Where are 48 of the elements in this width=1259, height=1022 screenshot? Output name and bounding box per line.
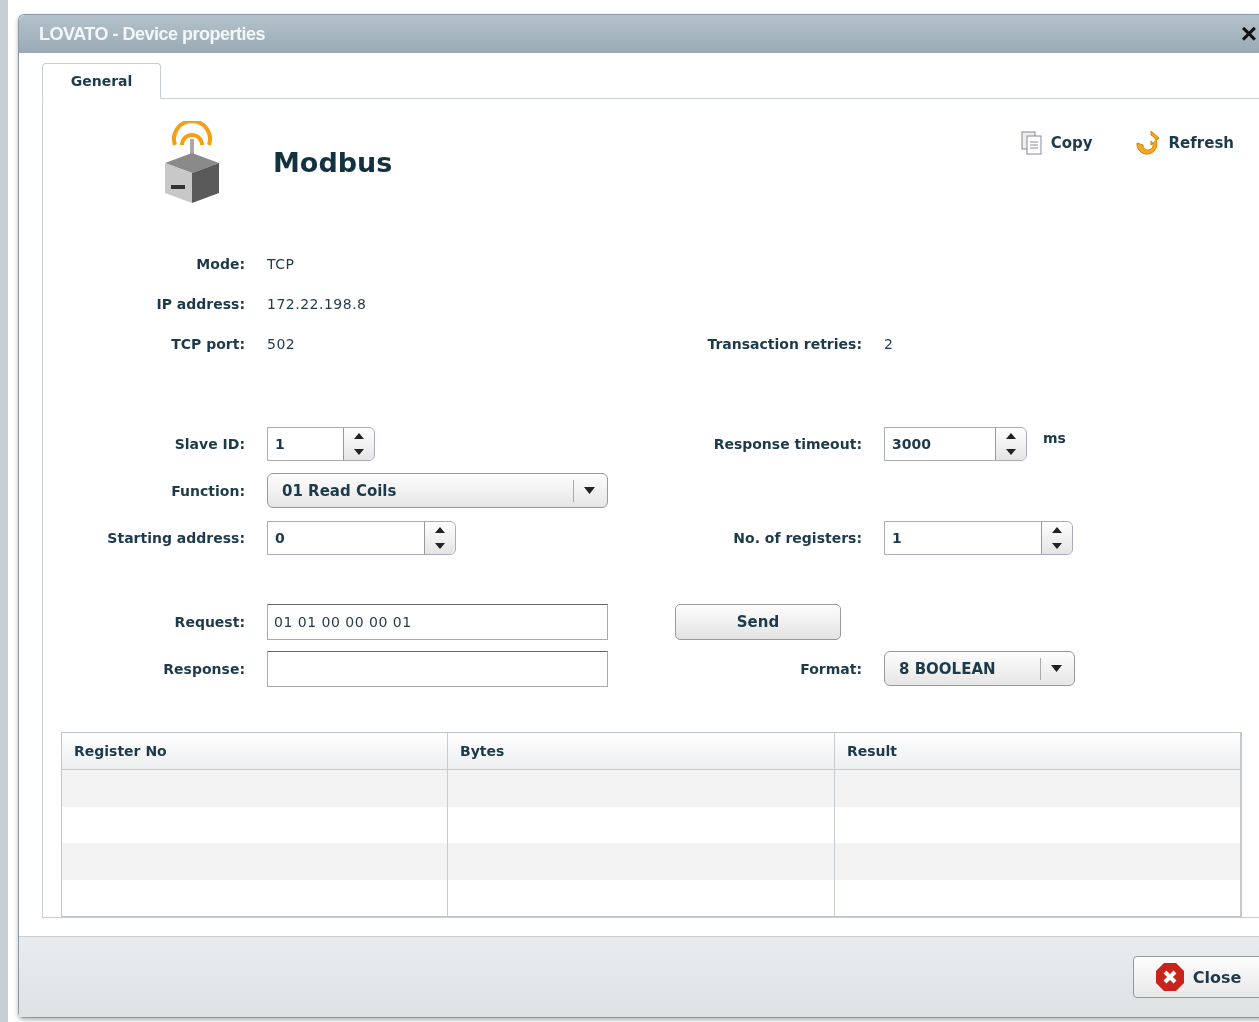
field-label: Mode: bbox=[195, 255, 245, 274]
field-label: Response timeout: bbox=[712, 435, 862, 452]
field-value: TCP bbox=[267, 256, 296, 272]
copy-icon bbox=[1020, 131, 1043, 155]
registers-spinner[interactable]: 1 bbox=[884, 520, 1073, 555]
up-arrow-icon bbox=[354, 432, 364, 439]
field-label: Starting address: bbox=[106, 529, 245, 546]
field-label: Transaction retries: bbox=[706, 336, 862, 352]
field-value: 502 bbox=[267, 336, 297, 352]
down-arrow-icon bbox=[354, 448, 364, 455]
error-icon bbox=[1154, 962, 1185, 992]
caret-icon bbox=[1051, 665, 1062, 672]
up-arrow-icon bbox=[1052, 526, 1062, 533]
field-label: IP address: bbox=[155, 295, 245, 314]
send-button[interactable]: Send bbox=[675, 603, 841, 640]
function-dropdown[interactable]: 01 Read Coils bbox=[267, 473, 608, 508]
field-value: 172.22.198.8 bbox=[267, 296, 368, 312]
field-label: Slave ID: bbox=[173, 435, 245, 452]
window-title: LOVATO - Device properties bbox=[39, 23, 266, 45]
refresh-button[interactable]: Refresh bbox=[1132, 131, 1234, 155]
timeout-spinner[interactable]: 3000 bbox=[884, 426, 1027, 461]
close-button[interactable]: × bbox=[1240, 20, 1257, 48]
field-label: Function: bbox=[170, 482, 245, 499]
request-field[interactable]: 01 01 00 00 00 01 bbox=[267, 603, 608, 640]
field-label: Format: bbox=[799, 660, 862, 677]
caret-icon bbox=[584, 487, 595, 494]
field-value: 2 bbox=[884, 336, 895, 352]
down-arrow-icon bbox=[1052, 542, 1062, 549]
start-address-spinner[interactable]: 0 bbox=[267, 520, 456, 555]
unit-label: ms bbox=[1043, 430, 1066, 446]
close-dialog-button[interactable]: Close bbox=[1133, 956, 1259, 998]
copy-button[interactable]: Copy bbox=[1020, 131, 1093, 155]
up-arrow-icon bbox=[1006, 432, 1016, 439]
down-arrow-icon bbox=[435, 542, 445, 549]
up-arrow-icon bbox=[435, 526, 445, 533]
column-header: Result bbox=[835, 733, 1241, 769]
column-header: Register No bbox=[62, 733, 448, 769]
response-field[interactable] bbox=[267, 650, 608, 687]
tab[interactable]: General bbox=[42, 63, 161, 99]
format-dropdown[interactable]: 8 BOOLEAN bbox=[884, 651, 1075, 686]
column-header: Bytes bbox=[448, 733, 835, 769]
slave-id-spinner[interactable]: 1 bbox=[267, 426, 375, 461]
field-label: Request: bbox=[173, 613, 245, 630]
field-label: Response: bbox=[162, 660, 245, 677]
device-title: Modbus bbox=[273, 147, 393, 178]
down-arrow-icon bbox=[1006, 448, 1016, 455]
field-label: TCP port: bbox=[170, 335, 245, 354]
field-label: No. of registers: bbox=[732, 529, 862, 546]
